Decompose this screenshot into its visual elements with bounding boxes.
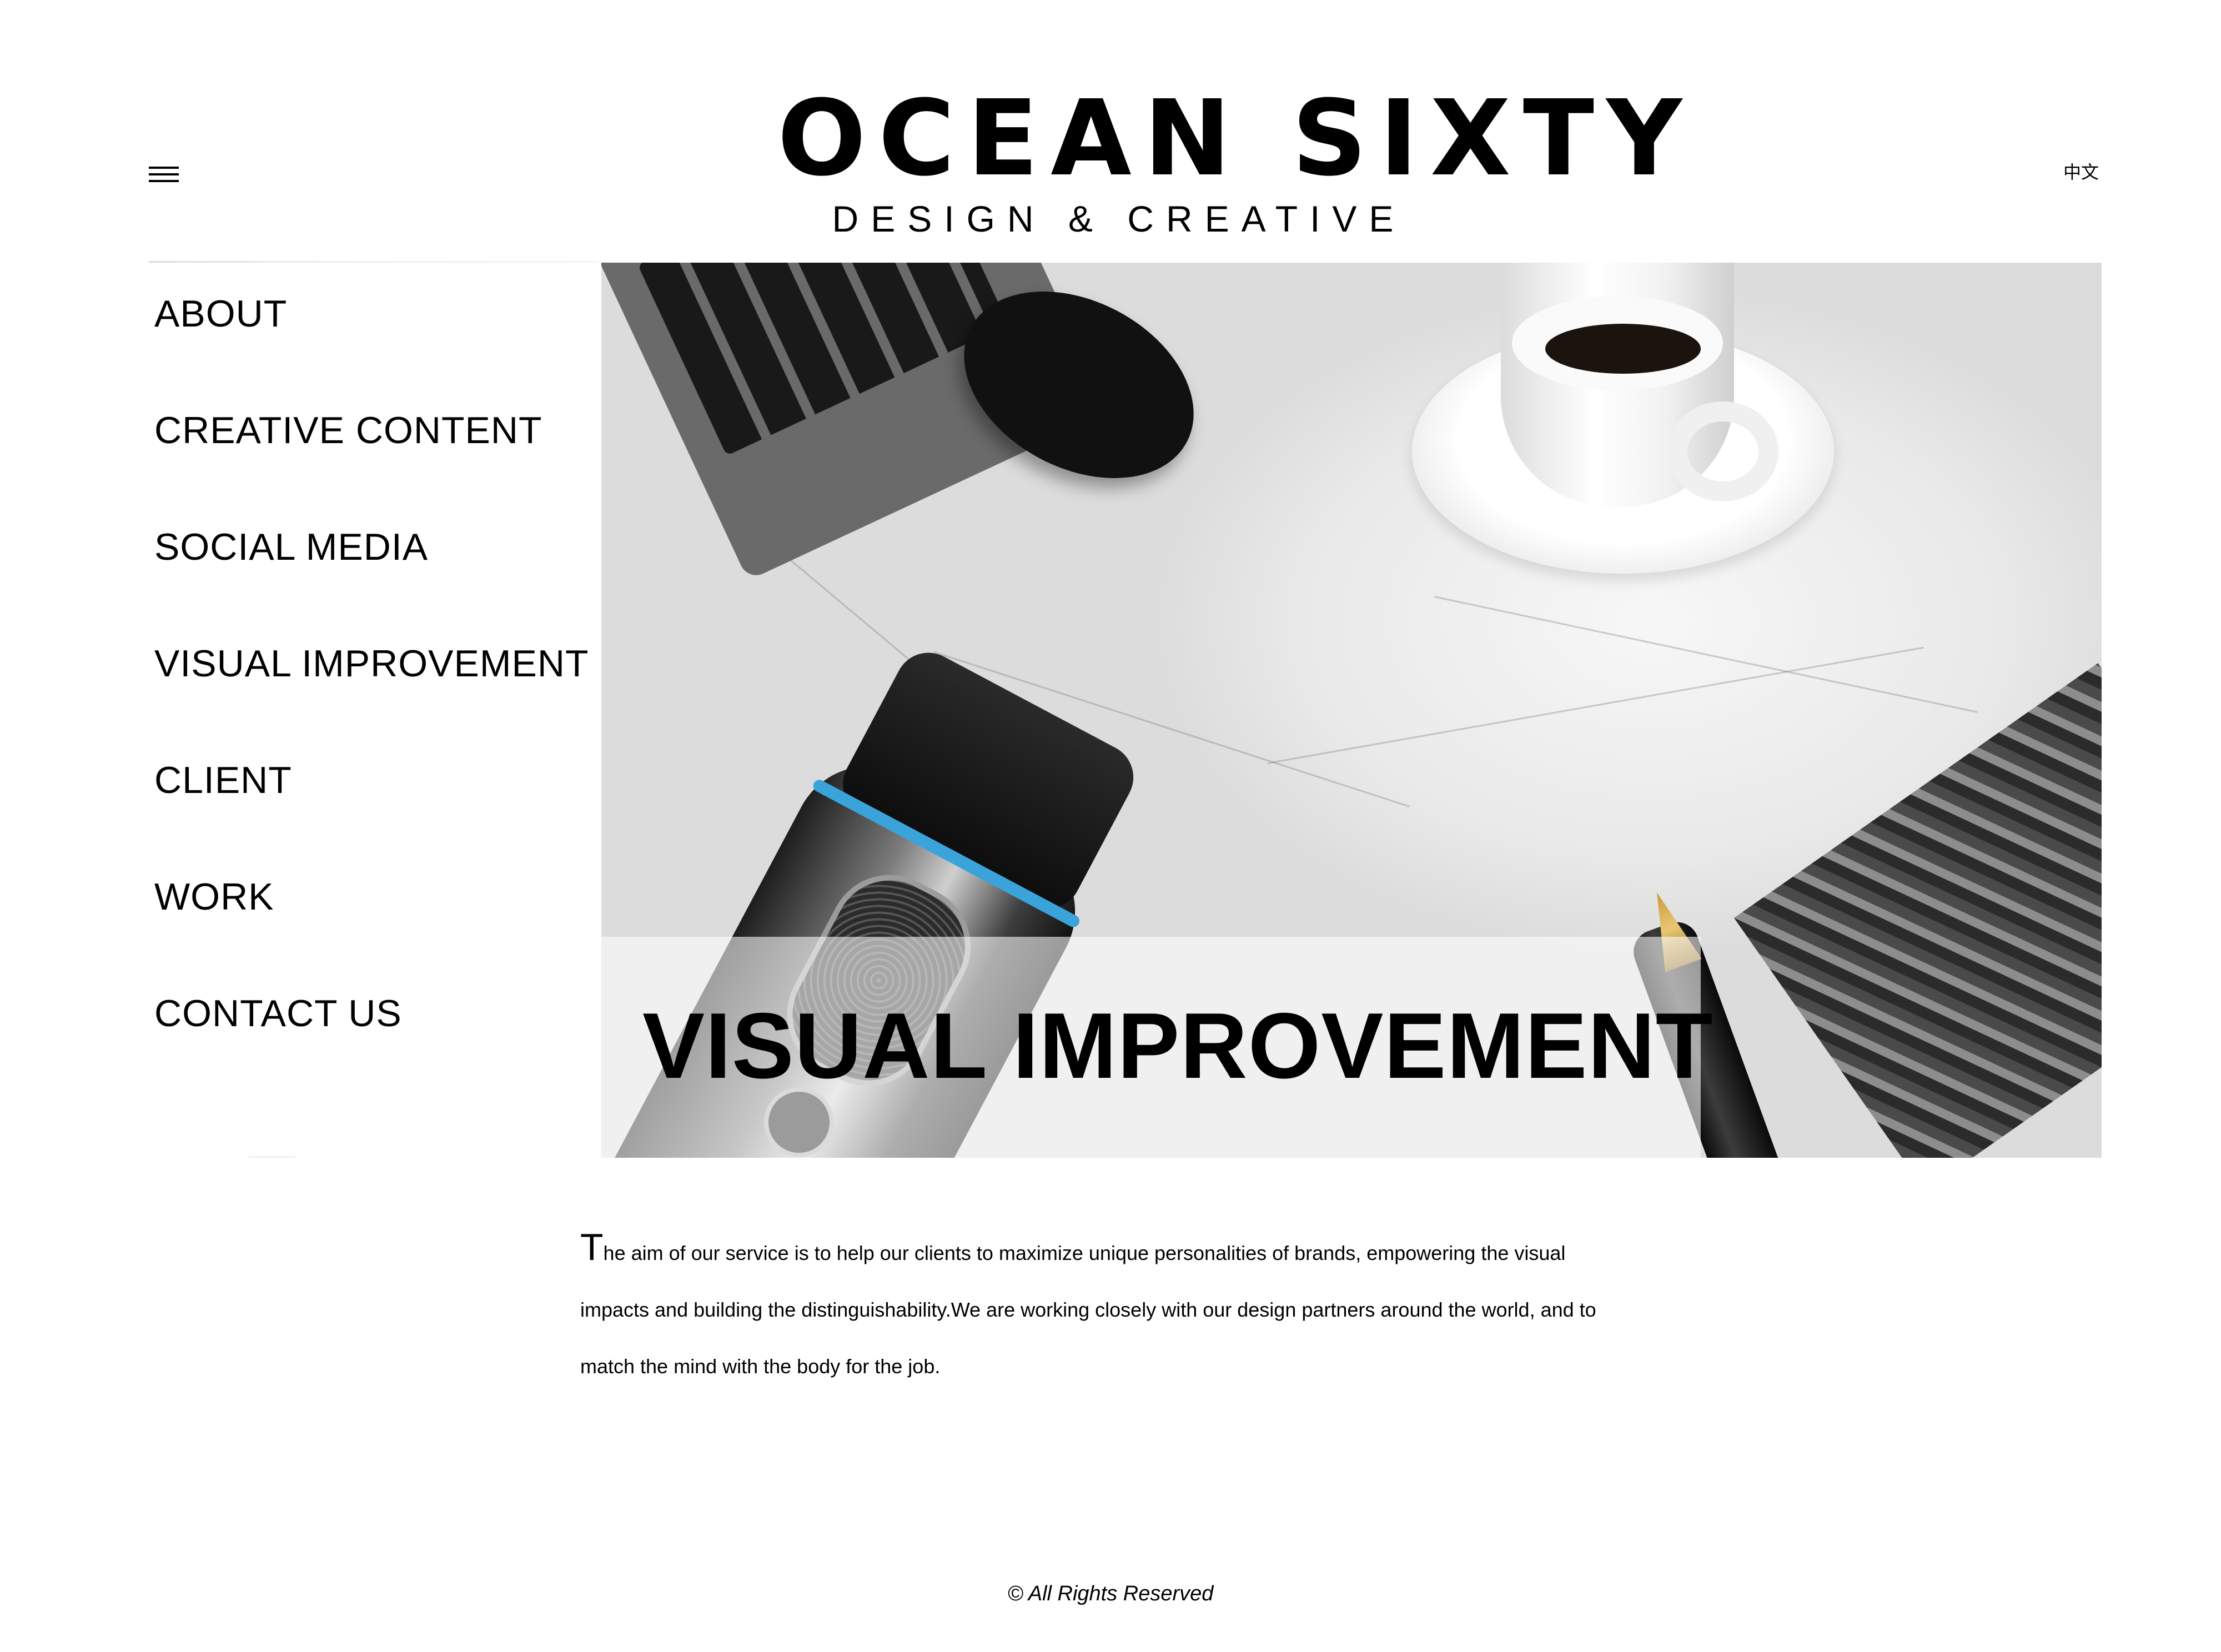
fabric-image	[1734, 663, 2102, 1158]
logo-wordmark: OCEAN SIXTY	[777, 78, 1695, 199]
cup-handle	[1667, 401, 1778, 501]
header-divider	[149, 261, 599, 263]
sidebar-nav: ABOUT CREATIVE CONTENT SOCIAL MEDIA VISU…	[154, 289, 599, 1105]
decorative-tick	[249, 1156, 295, 1158]
hero-banner: VISUAL IMPROVEMENT	[601, 263, 2102, 1158]
language-switch-link[interactable]: 中文	[2054, 161, 2099, 183]
site-logo[interactable]: OCEAN SIXTY DESIGN & CREATIVE	[777, 78, 1695, 240]
keyboard-keys	[637, 263, 1009, 456]
copyright-notice: © All Rights Reserved	[1007, 1582, 1214, 1605]
description-text: he aim of our service is to help our cli…	[580, 1242, 1596, 1378]
page: OCEAN SIXTY DESIGN & CREATIVE 中文 ABOUT C…	[0, 0, 2221, 1652]
coffee-liquid	[1545, 324, 1701, 374]
nav-item-client[interactable]: CLIENT	[154, 755, 599, 872]
menu-line-middle	[149, 173, 179, 175]
hero-title: VISUAL IMPROVEMENT	[642, 993, 1714, 1098]
nav-item-contact-us[interactable]: CONTACT US	[154, 988, 599, 1105]
service-description: The aim of our service is to help our cl…	[580, 1225, 1624, 1395]
marble-vein	[1267, 646, 1924, 764]
marble-vein	[1434, 596, 1978, 713]
nav-item-about[interactable]: ABOUT	[154, 289, 599, 405]
dropcap-letter: T	[580, 1226, 604, 1268]
nav-item-work[interactable]: WORK	[154, 872, 599, 988]
nav-item-social-media[interactable]: SOCIAL MEDIA	[154, 522, 599, 639]
menu-line-bottom	[149, 180, 179, 182]
hamburger-menu-icon[interactable]	[149, 167, 179, 184]
nav-item-creative-content[interactable]: CREATIVE CONTENT	[154, 405, 599, 522]
logo-tagline: DESIGN & CREATIVE	[832, 198, 1406, 239]
menu-line-top	[149, 167, 179, 169]
nav-item-visual-improvement[interactable]: VISUAL IMPROVEMENT	[154, 639, 599, 755]
